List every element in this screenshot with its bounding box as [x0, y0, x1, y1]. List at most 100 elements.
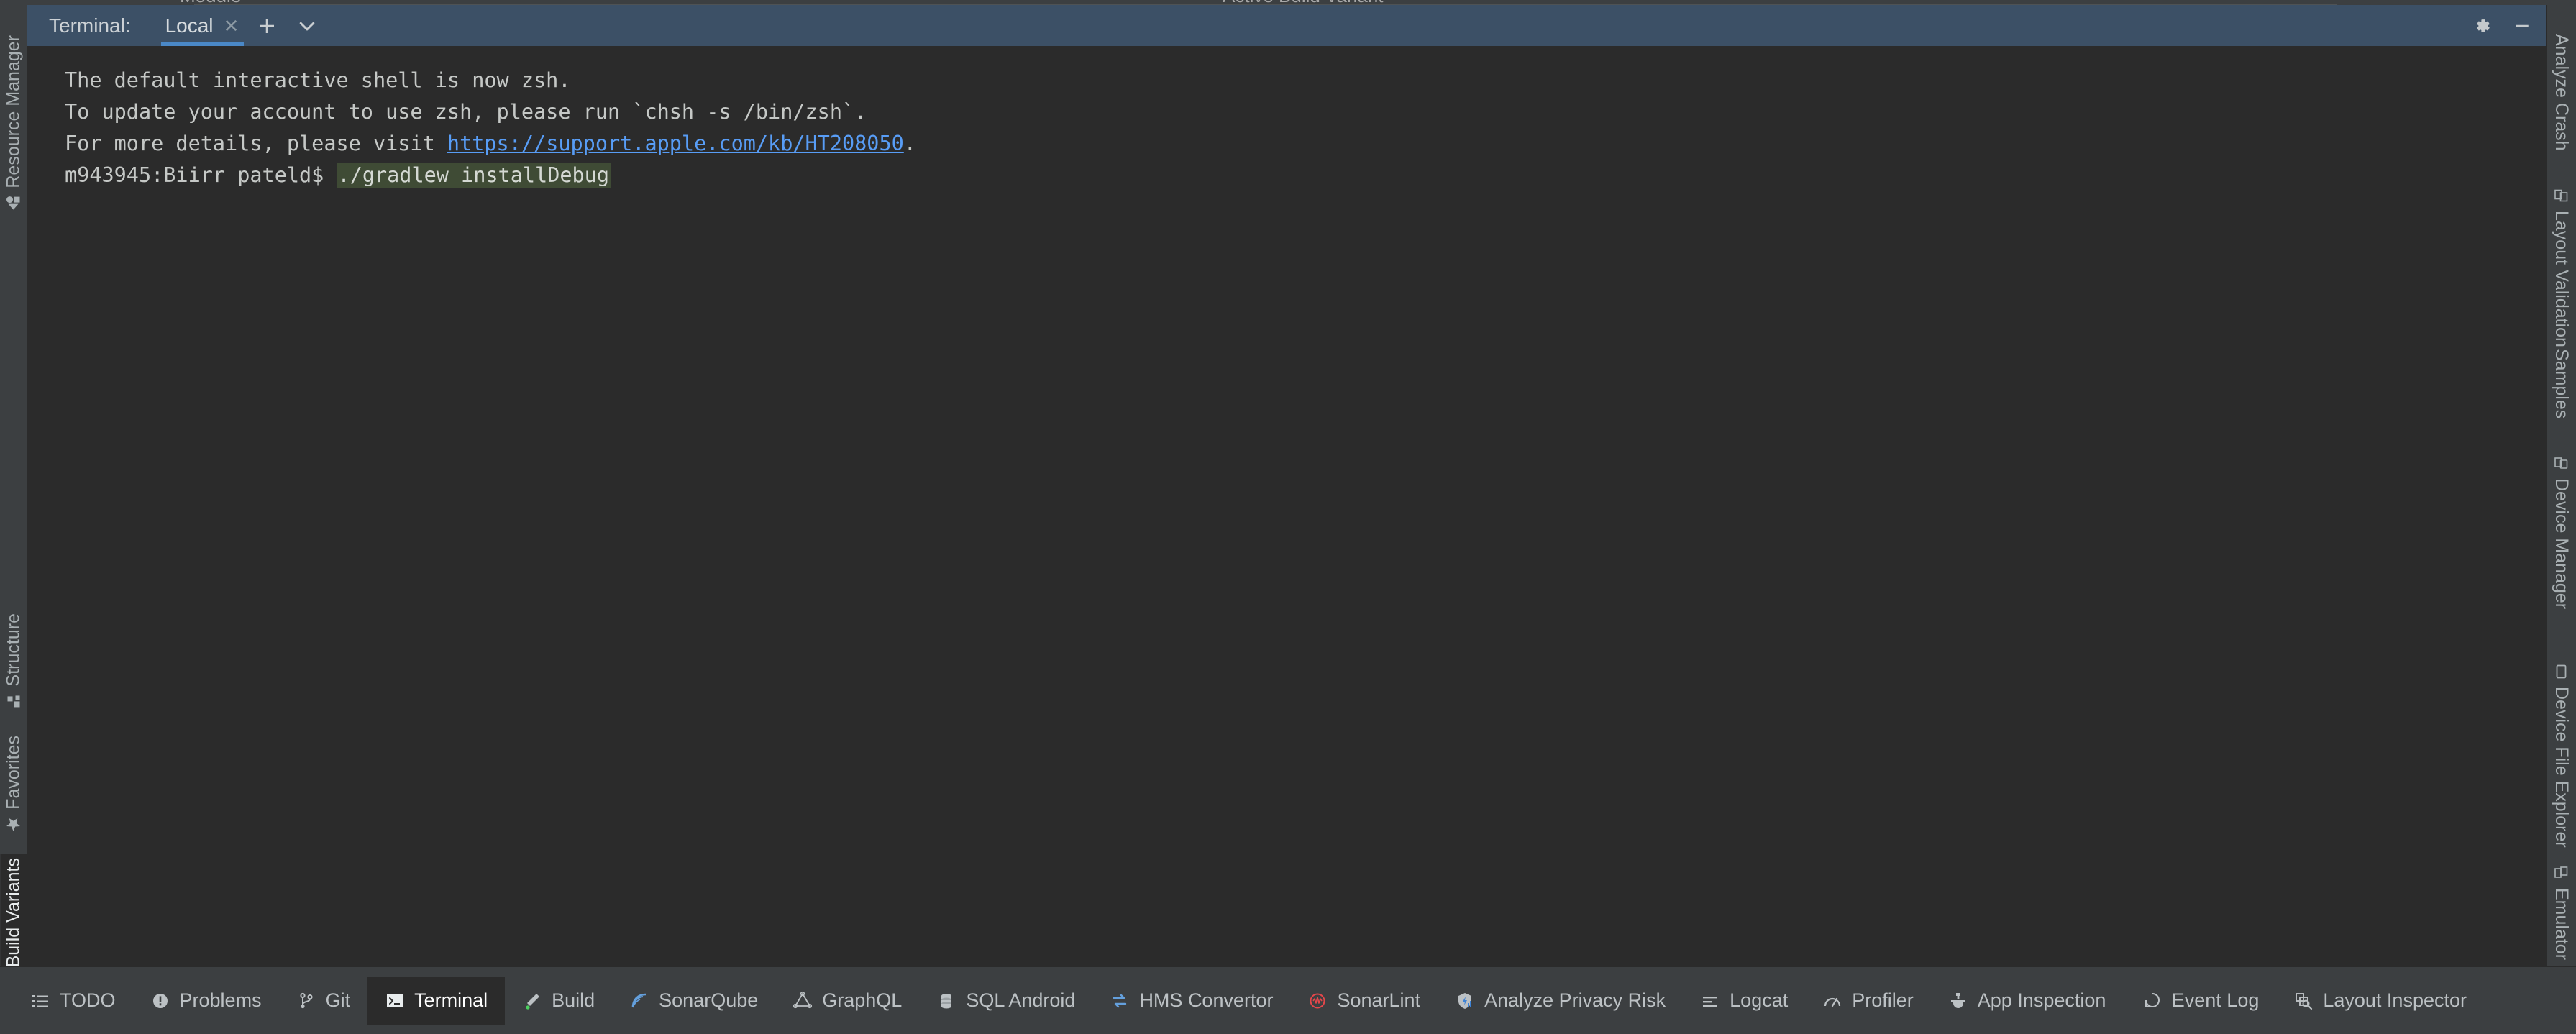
bottom-item-layout-inspector[interactable]: Layout Inspector	[2276, 977, 2484, 1025]
bottom-item-sonarlint[interactable]: SonarLint	[1290, 977, 1438, 1025]
bottom-item-event-log[interactable]: Event Log	[2125, 977, 2277, 1025]
resource-manager-icon	[6, 196, 22, 211]
bottom-label-git: Git	[325, 989, 351, 1011]
terminal-line-3-prefix: For more details, please visit	[65, 132, 447, 155]
rail-label-emulator: Emulator	[2552, 888, 2572, 961]
graphql-icon	[793, 991, 813, 1011]
rail-label-structure: Structure	[3, 613, 23, 687]
git-branch-icon	[296, 991, 316, 1011]
android-studio-window: Module Active Build Variant Resource Man…	[0, 0, 2576, 1034]
layout-inspector-icon	[2293, 991, 2314, 1011]
bottom-item-terminal[interactable]: Terminal	[367, 976, 506, 1025]
build-hammer-icon	[522, 991, 542, 1011]
bottom-bar-right-group: Event Log Layout Inspector	[2125, 977, 2563, 1025]
bottom-label-todo: TODO	[60, 989, 116, 1011]
bottom-label-terminal: Terminal	[414, 989, 488, 1011]
minimize-icon[interactable]	[2511, 15, 2533, 37]
terminal-line-2: To update your account to use zsh, pleas…	[65, 100, 867, 124]
terminal-tab-label: Local	[165, 14, 214, 37]
rail-item-layout-validation[interactable]: Layout Validation	[2548, 183, 2575, 352]
bottom-item-problems[interactable]: Problems	[133, 977, 279, 1025]
rail-item-analyze-crash[interactable]: Analyze Crash	[2548, 29, 2575, 155]
bottom-item-profiler[interactable]: Profiler	[1805, 977, 1931, 1025]
bottom-item-graphql[interactable]: GraphQL	[775, 977, 919, 1025]
rail-item-device-manager[interactable]: Device Manager	[2548, 451, 2575, 613]
terminal-header-actions	[2471, 5, 2533, 46]
rail-item-device-file-explorer[interactable]: Device File Explorer	[2548, 659, 2575, 852]
rail-item-favorites[interactable]: Favorites	[0, 731, 27, 837]
app-inspection-icon	[1948, 991, 1968, 1011]
apple-support-link[interactable]: https://support.apple.com/kb/HT208050	[447, 132, 904, 155]
rail-label-samples: Samples	[2552, 349, 2572, 419]
terminal-tab-local[interactable]: Local ✕	[158, 5, 247, 46]
terminal-output[interactable]: The default interactive shell is now zsh…	[27, 46, 2546, 966]
shell-prompt: m943945:Biirr pateld$	[65, 163, 337, 187]
sonarlint-icon	[1307, 991, 1328, 1011]
right-tool-rail: Analyze Crash Layout Validation Samples …	[2546, 5, 2576, 966]
bottom-label-analyze-privacy-risk: Analyze Privacy Risk	[1484, 989, 1666, 1011]
rail-label-device-file-explorer: Device File Explorer	[2552, 687, 2572, 848]
close-icon[interactable]: ✕	[224, 17, 239, 35]
bottom-item-todo[interactable]: TODO	[13, 977, 133, 1025]
event-log-icon	[2142, 991, 2162, 1011]
layout-validation-icon	[2554, 188, 2570, 203]
rail-item-emulator[interactable]: Emulator	[2548, 861, 2575, 964]
rail-item-samples[interactable]: Samples	[2548, 344, 2575, 423]
star-icon	[6, 817, 22, 833]
chevron-down-icon	[296, 15, 318, 37]
bottom-item-git[interactable]: Git	[279, 977, 368, 1025]
clipped-top-row: Module Active Build Variant	[0, 0, 2576, 5]
rail-label-layout-validation: Layout Validation	[2552, 211, 2572, 347]
rail-item-structure[interactable]: Structure	[0, 609, 27, 713]
emulator-icon	[2554, 865, 2570, 881]
bottom-tool-window-bar: TODO Problems Git Terminal Build SonarQu…	[0, 966, 2576, 1034]
terminal-tab-list-button[interactable]	[287, 6, 327, 46]
main-body: Resource Manager Structure Favorites Bui…	[0, 5, 2576, 995]
sonarqube-icon	[629, 991, 649, 1011]
bottom-label-profiler: Profiler	[1852, 989, 1914, 1011]
bottom-item-build[interactable]: Build	[505, 977, 612, 1025]
bottom-label-logcat: Logcat	[1730, 989, 1789, 1011]
bottom-label-sonarlint: SonarLint	[1337, 989, 1421, 1011]
terminal-line-3: For more details, please visit https://s…	[65, 128, 2546, 160]
rail-label-device-manager: Device Manager	[2552, 478, 2572, 610]
terminal-line-3-suffix: .	[903, 132, 916, 155]
bottom-item-sql-android[interactable]: SQL Android	[919, 977, 1092, 1025]
bottom-label-sql-android: SQL Android	[966, 989, 1076, 1011]
profiler-icon	[1822, 991, 1842, 1011]
bottom-label-problems: Problems	[179, 989, 262, 1011]
device-manager-icon	[2554, 455, 2570, 471]
terminal-header: Terminal: Local ✕	[27, 5, 2546, 46]
rail-label-favorites: Favorites	[3, 736, 23, 810]
clipped-text-active-build-variant: Active Build Variant	[1223, 0, 1384, 5]
hms-convertor-icon	[1110, 991, 1130, 1011]
terminal-title: Terminal:	[49, 14, 131, 37]
logcat-icon	[1700, 991, 1720, 1011]
bottom-label-graphql: GraphQL	[822, 989, 903, 1011]
bottom-item-app-inspection[interactable]: App Inspection	[1931, 977, 2124, 1025]
new-terminal-tab-button[interactable]	[247, 6, 287, 46]
privacy-risk-icon	[1455, 991, 1475, 1011]
bottom-item-logcat[interactable]: Logcat	[1683, 977, 1805, 1025]
database-icon	[936, 991, 956, 1011]
bottom-item-hms-convertor[interactable]: HMS Convertor	[1092, 977, 1290, 1025]
rail-item-resource-manager[interactable]: Resource Manager	[0, 31, 27, 216]
todo-list-icon	[30, 991, 50, 1011]
device-file-explorer-icon	[2554, 664, 2570, 680]
bottom-item-sonarqube[interactable]: SonarQube	[612, 977, 775, 1025]
clipped-text-module: Module	[180, 0, 241, 5]
gear-icon[interactable]	[2471, 15, 2493, 37]
terminal-icon	[385, 991, 405, 1011]
bottom-label-layout-inspector: Layout Inspector	[2323, 989, 2467, 1011]
terminal-command: ./gradlew installDebug	[336, 163, 611, 188]
bottom-bar-left-group: TODO Problems Git Terminal Build SonarQu…	[13, 976, 2124, 1025]
bottom-label-hms-convertor: HMS Convertor	[1139, 989, 1274, 1011]
bottom-label-app-inspection: App Inspection	[1977, 989, 2106, 1011]
terminal-line-1: The default interactive shell is now zsh…	[65, 68, 571, 92]
bottom-item-analyze-privacy-risk[interactable]: Analyze Privacy Risk	[1438, 977, 1683, 1025]
plus-icon	[256, 15, 278, 37]
terminal-prompt-line: m943945:Biirr pateld$ ./gradlew installD…	[65, 160, 2546, 191]
rail-label-analyze-crash: Analyze Crash	[2552, 34, 2572, 151]
structure-icon	[6, 693, 22, 709]
bottom-label-sonarqube: SonarQube	[659, 989, 759, 1011]
